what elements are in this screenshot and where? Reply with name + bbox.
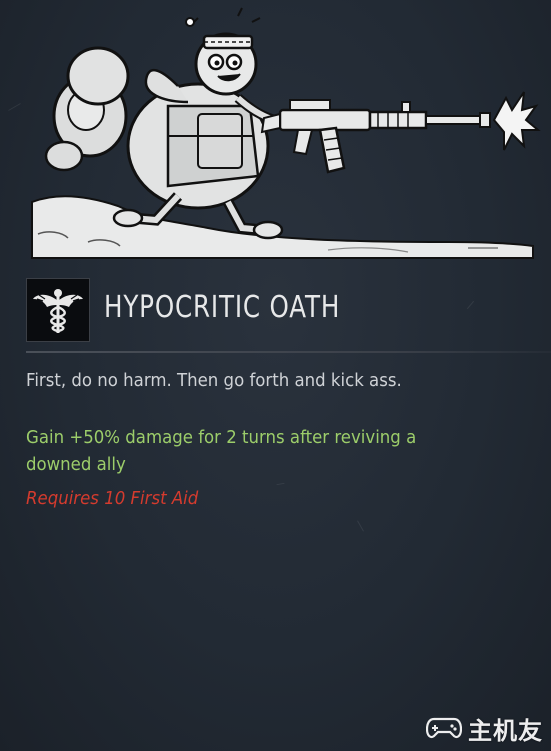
watermark-text: 主机友 [468, 716, 543, 745]
background-scratch [357, 520, 364, 532]
perk-title: HYPOCRITIC OATH [104, 290, 341, 325]
watermark: 主机友 [426, 711, 543, 745]
perk-flavor-text: First, do no harm. Then go forth and kic… [26, 370, 402, 391]
perk-effect: Gain +50% damage for 2 turns after reviv… [26, 424, 546, 478]
header-divider [26, 351, 551, 353]
background-scratch [8, 103, 21, 111]
perk-header: HYPOCRITIC OATH [26, 276, 551, 348]
gamepad-icon [426, 717, 462, 739]
perk-requirement: Requires 10 First Aid [26, 488, 199, 509]
caduceus-icon [26, 278, 90, 342]
perk-effect-line: downed ally [26, 454, 126, 475]
perk-card: HYPOCRITIC OATH First, do no harm. Then … [0, 0, 551, 751]
background-scratch [276, 482, 285, 486]
armored-medic-with-rifle-illustration [31, 7, 541, 259]
perk-effect-line: Gain +50% damage for 2 turns after reviv… [26, 427, 417, 448]
